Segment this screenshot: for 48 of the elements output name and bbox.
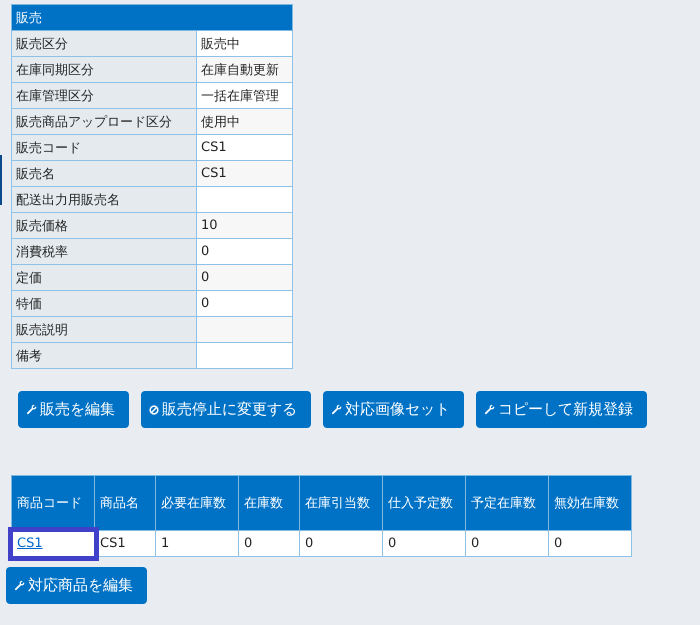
table-title: 販売 xyxy=(12,4,292,30)
wrench-icon xyxy=(26,404,37,415)
table-cell: 販売名 xyxy=(12,160,196,186)
table-cell: 0 xyxy=(196,290,292,316)
table-cell: 0 xyxy=(196,264,292,290)
product-code-link[interactable]: CS1 xyxy=(17,536,43,551)
table-cell: 販売商品アップロード区分 xyxy=(12,108,196,134)
table-cell: 販売価格 xyxy=(12,212,196,238)
table-cell: 在庫同期区分 xyxy=(12,56,196,82)
table-cell: 在庫管理区分 xyxy=(12,82,196,108)
action-button[interactable]: 対応画像セット xyxy=(323,391,464,428)
table-cell: 販売区分 xyxy=(12,30,196,56)
table-cell: 使用中 xyxy=(196,108,292,134)
table-cell: 販売中 xyxy=(196,30,292,56)
table-cell: CS1 xyxy=(196,134,292,160)
action-button[interactable]: 販売停止に変更する xyxy=(141,391,311,428)
table-cell: 0 xyxy=(382,530,466,556)
wrench-icon xyxy=(331,404,342,415)
table-cell: 0 xyxy=(466,530,548,556)
table-cell: 0 xyxy=(196,238,292,264)
wrench-icon xyxy=(484,404,495,415)
table-cell: 販売コード xyxy=(12,134,196,160)
column-header: 予定在庫数 xyxy=(466,476,548,530)
table-cell: 定価 xyxy=(12,264,196,290)
table-cell: CS1 xyxy=(196,160,292,186)
column-header: 在庫引当数 xyxy=(300,476,382,530)
edit-products-button[interactable]: 対応商品を編集 xyxy=(6,567,147,604)
table-cell: 特価 xyxy=(12,290,196,316)
wrench-icon xyxy=(14,580,25,591)
column-header: 無効在庫数 xyxy=(548,476,632,530)
column-header: 在庫数 xyxy=(238,476,300,530)
column-header: 仕入予定数 xyxy=(382,476,466,530)
column-header: 商品名 xyxy=(94,476,156,530)
table-cell: 一括在庫管理 xyxy=(196,82,292,108)
prohibited-icon xyxy=(149,404,159,414)
table-cell: 在庫自動更新 xyxy=(196,56,292,82)
table-cell: 販売説明 xyxy=(12,316,196,342)
table-cell: 備考 xyxy=(12,342,196,368)
action-button[interactable]: 販売を編集 xyxy=(18,391,129,428)
table-cell: 0 xyxy=(300,530,382,556)
table-cell: 10 xyxy=(196,212,292,238)
table-cell: 1 xyxy=(156,530,238,556)
table-cell: 0 xyxy=(548,530,632,556)
table-cell: 配送出力用販売名 xyxy=(12,186,196,212)
action-button[interactable]: コピーして新規登録 xyxy=(476,391,647,428)
table-cell: 消費税率 xyxy=(12,238,196,264)
column-header: 必要在庫数 xyxy=(156,476,238,530)
table-cell: 0 xyxy=(238,530,300,556)
